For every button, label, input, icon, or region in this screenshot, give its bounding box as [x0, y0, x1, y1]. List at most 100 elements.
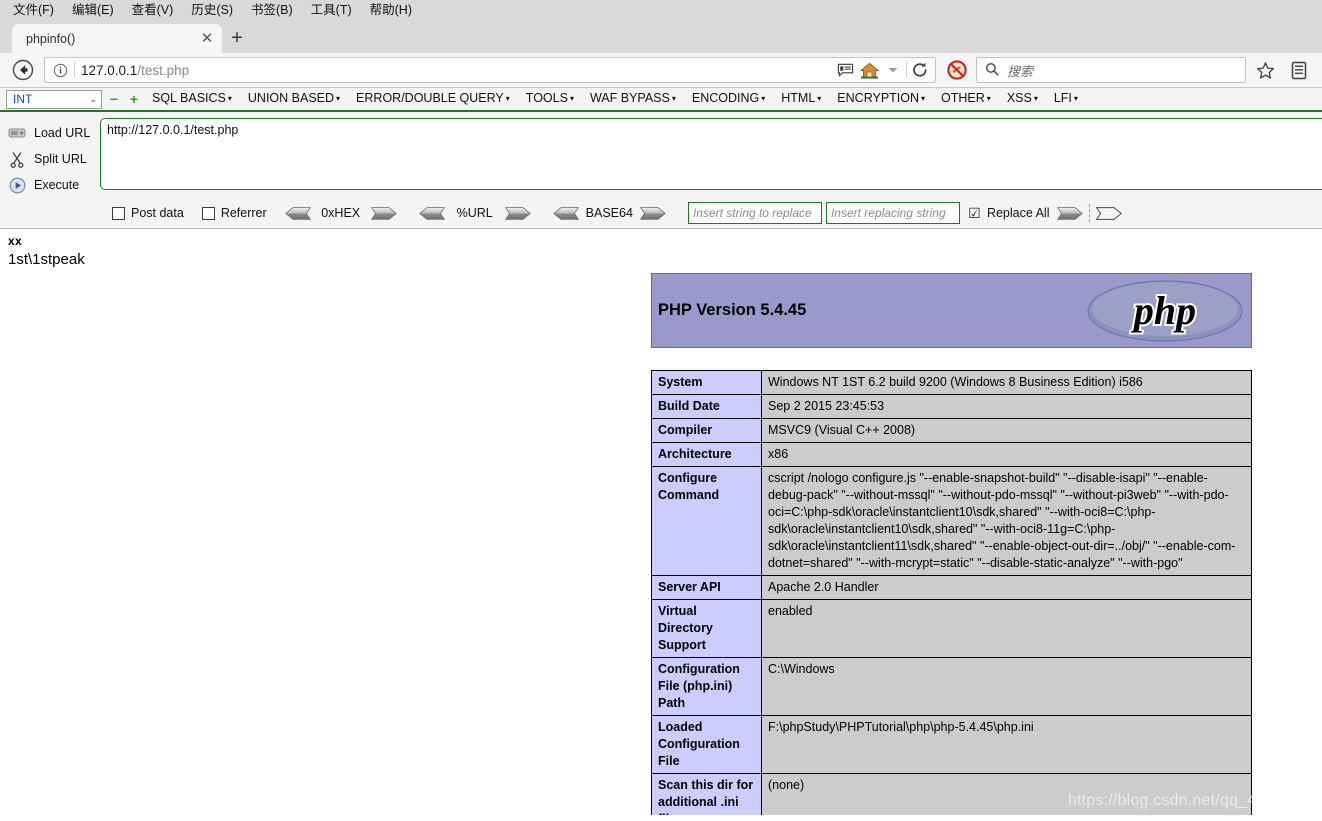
hackbar-menu-xss[interactable]: XSS ▾	[999, 87, 1046, 111]
hackbar-menu-error-double-query[interactable]: ERROR/DOUBLE QUERY ▾	[348, 87, 518, 111]
referrer-label: Referrer	[220, 206, 267, 220]
search-bar[interactable]: 搜索	[976, 57, 1246, 83]
hackbar-panel: INT ⌄ − + SQL BASICS ▾ UNION BASED ▾ ERROR…	[0, 88, 1322, 229]
hackbar-menu-lfi[interactable]: LFI ▾	[1046, 87, 1086, 111]
hackbar-menu-encryption[interactable]: ENCRYPTION ▾	[829, 87, 933, 111]
hackbar-options-row: Post data Referrer 0xHEX %URL BASE64 Ins…	[0, 198, 1322, 228]
hackbar-menu-html[interactable]: HTML ▾	[773, 87, 829, 111]
referrer-checkbox[interactable]: Referrer	[201, 206, 267, 220]
split-url-label: Split URL	[34, 152, 87, 166]
page-content: xx 1st\1stpeak PHP Version 5.4.45 php ph…	[0, 229, 1322, 815]
hackbar-menu-waf-bypass[interactable]: WAF BYPASS ▾	[582, 87, 684, 111]
options-divider	[1089, 204, 1091, 222]
menu-item-help[interactable]: 帮助(H)	[361, 0, 421, 20]
hackbar-menu-other[interactable]: OTHER ▾	[933, 87, 999, 111]
reload-icon[interactable]	[909, 59, 931, 81]
menu-item-history[interactable]: 历史(S)	[182, 0, 242, 20]
menu-item-tools[interactable]: 工具(T)	[302, 0, 361, 20]
menu-item-view[interactable]: 查看(V)	[123, 0, 183, 20]
encode-arrow-right-icon[interactable]	[639, 206, 666, 220]
encode-arrow-right-icon[interactable]	[370, 206, 397, 220]
remove-tab-button[interactable]: −	[106, 91, 122, 107]
hackbar-url-textarea[interactable]: http://127.0.0.1/test.php	[100, 118, 1322, 190]
menu-item-edit[interactable]: 编辑(E)	[63, 0, 123, 20]
url-host: 127.0.0.1	[81, 62, 138, 78]
checkbox-box	[112, 206, 125, 220]
close-icon[interactable]: ✕	[198, 30, 216, 48]
row-value: enabled	[761, 599, 1252, 658]
menu-bar: 文件(F) 编辑(E) 查看(V) 历史(S) 书签(B) 工具(T) 帮助(H…	[0, 0, 1322, 20]
execute-label: Execute	[34, 178, 80, 192]
encoder-group-hex: 0xHEX	[284, 206, 397, 220]
chevron-down-icon: ▾	[921, 94, 926, 103]
menu-label: LFI	[1053, 91, 1072, 105]
library-icon[interactable]	[1284, 56, 1314, 84]
tab-title: phpinfo()	[26, 31, 76, 46]
replace-all-checkbox[interactable]: ☑ Replace All	[967, 206, 1049, 220]
row-value: F:\phpStudy\PHPTutorial\php\php-5.4.45\p…	[761, 715, 1252, 774]
hackbar-type-select[interactable]: INT ⌄	[6, 89, 102, 109]
row-key: Build Date	[651, 394, 762, 419]
hackbar-menu-sql-basics[interactable]: SQL BASICS ▾	[144, 87, 240, 111]
table-row: Scan this dir for additional .ini files …	[651, 773, 1252, 815]
row-value: C:\Windows	[761, 657, 1252, 716]
table-row: Configure Command cscript /nologo config…	[651, 466, 1252, 576]
search-icon	[985, 62, 999, 79]
encode-arrow-right-icon[interactable]	[504, 206, 531, 220]
menu-item-file[interactable]: 文件(F)	[4, 0, 63, 20]
table-row: Architecture x86	[651, 442, 1252, 467]
back-arrow-icon[interactable]	[8, 56, 38, 84]
hackbar-menu-row: INT ⌄ − + SQL BASICS ▾ UNION BASED ▾ ERROR…	[0, 88, 1322, 112]
encoder-label-base64: BASE64	[585, 206, 633, 220]
row-key: Configuration File (php.ini) Path	[651, 657, 762, 716]
chevron-down-icon[interactable]	[882, 59, 904, 81]
row-key: Loaded Configuration File	[651, 715, 762, 774]
replace-apply-arrow-icon[interactable]	[1057, 206, 1084, 220]
post-data-checkbox[interactable]: Post data	[112, 206, 184, 220]
row-key: Scan this dir for additional .ini files	[651, 773, 762, 815]
execute-button[interactable]: Execute	[0, 172, 100, 198]
url-text: 127.0.0.1/test.php	[81, 63, 828, 78]
decode-arrow-left-icon[interactable]	[552, 206, 579, 220]
page-info-icon[interactable]	[52, 62, 68, 78]
replace-revert-arrow-icon[interactable]	[1096, 206, 1123, 220]
row-value: Windows NT 1ST 6.2 build 9200 (Windows 8…	[761, 370, 1252, 395]
chevron-down-icon: ▾	[817, 94, 822, 103]
echo-line-2: 1st\1stpeak	[8, 251, 85, 268]
load-url-icon	[8, 124, 26, 142]
table-row: Server API Apache 2.0 Handler	[651, 575, 1252, 600]
row-key: Server API	[651, 575, 762, 600]
noscript-blocked-icon[interactable]	[942, 56, 972, 84]
chevron-down-icon: ▾	[1073, 94, 1078, 103]
url-path: /test.php	[137, 62, 190, 78]
hackbar-menu-tools[interactable]: TOOLS ▾	[518, 87, 582, 111]
row-key: Compiler	[651, 418, 762, 443]
menu-label: SQL BASICS	[152, 91, 226, 105]
url-bar[interactable]: 127.0.0.1/test.php	[44, 57, 936, 83]
table-row: Build Date Sep 2 2015 23:45:53	[651, 394, 1252, 419]
reader-view-icon[interactable]	[834, 59, 856, 81]
hackbar-menu-union-based[interactable]: UNION BASED ▾	[240, 87, 348, 111]
add-tab-button[interactable]: +	[126, 91, 142, 107]
menu-item-bookmarks[interactable]: 书签(B)	[242, 0, 302, 20]
hackbar-menu-encoding[interactable]: ENCODING ▾	[684, 87, 773, 111]
phpinfo-block: PHP Version 5.4.45 php php System Window…	[651, 273, 1252, 815]
row-value: x86	[761, 442, 1252, 467]
chevron-down-icon: ▾	[1033, 94, 1038, 103]
decode-arrow-left-icon[interactable]	[418, 206, 445, 220]
split-url-button[interactable]: Split URL	[0, 146, 100, 172]
row-value: cscript /nologo configure.js "--enable-s…	[761, 466, 1252, 576]
php-logo-icon: php php	[1087, 280, 1243, 341]
replace-search-input[interactable]: Insert string to replace	[687, 202, 822, 224]
home-icon[interactable]	[858, 59, 880, 81]
load-url-button[interactable]: Load URL	[0, 120, 100, 146]
browser-tab-phpinfo[interactable]: phpinfo() ✕	[12, 24, 222, 53]
new-tab-button[interactable]: +	[222, 24, 252, 53]
menu-label: ENCRYPTION	[837, 91, 920, 105]
replace-with-input[interactable]: Insert replacing string	[825, 202, 960, 224]
urlbar-icon-group	[834, 59, 931, 81]
search-input[interactable]: 搜索	[1007, 61, 1033, 80]
decode-arrow-left-icon[interactable]	[284, 206, 311, 220]
chevron-down-icon: ▾	[227, 94, 232, 103]
star-icon[interactable]	[1250, 56, 1280, 84]
